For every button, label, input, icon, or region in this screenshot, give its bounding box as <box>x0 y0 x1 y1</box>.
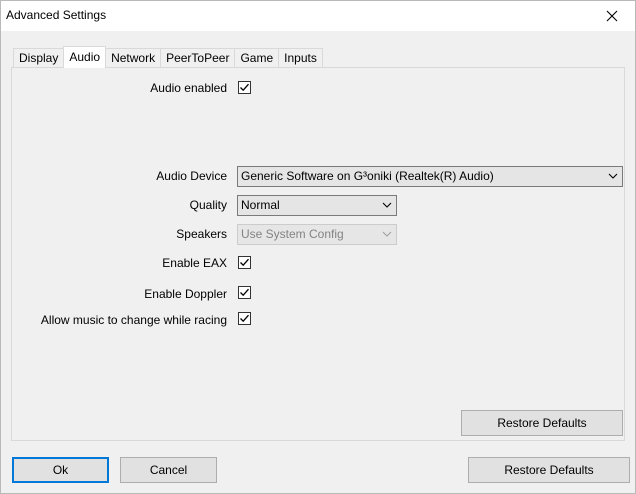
close-icon <box>606 10 618 22</box>
allow-music-checkbox[interactable] <box>238 312 251 325</box>
enable-doppler-checkbox[interactable] <box>238 286 251 299</box>
speakers-value: Use System Config <box>241 227 344 241</box>
enable-eax-checkbox[interactable] <box>238 256 251 269</box>
title-bar: Advanced Settings <box>1 1 635 31</box>
allow-music-label: Allow music to change while racing <box>40 313 227 327</box>
chevron-down-icon <box>382 202 392 208</box>
tab-inputs[interactable]: Inputs <box>278 48 323 68</box>
quality-value: Normal <box>241 198 280 212</box>
audio-device-label: Audio Device <box>156 169 227 183</box>
advanced-settings-window: Advanced Settings Display Audio Network … <box>0 0 636 494</box>
audio-device-value: Generic Software on G³oniki (Realtek(R) … <box>241 169 494 183</box>
quality-label: Quality <box>189 198 227 212</box>
tab-peertopeer[interactable]: PeerToPeer <box>160 48 236 68</box>
chevron-down-icon <box>608 173 618 179</box>
restore-defaults-button[interactable]: Restore Defaults <box>468 457 630 483</box>
tab-game[interactable]: Game <box>234 48 280 68</box>
cancel-button[interactable]: Cancel <box>120 457 217 483</box>
checkmark-icon <box>240 83 249 92</box>
enable-eax-label: Enable EAX <box>162 256 227 270</box>
tab-network[interactable]: Network <box>105 48 162 68</box>
speakers-select[interactable]: Use System Config <box>237 224 397 245</box>
chevron-down-icon <box>382 231 392 237</box>
tab-strip: Display Audio Network PeerToPeer Game In… <box>13 46 323 68</box>
window-title: Advanced Settings <box>6 8 107 22</box>
tab-restore-defaults-button[interactable]: Restore Defaults <box>461 410 623 436</box>
close-button[interactable] <box>589 1 635 31</box>
checkmark-icon <box>240 258 249 267</box>
enable-doppler-label: Enable Doppler <box>144 287 227 301</box>
checkmark-icon <box>240 288 249 297</box>
audio-enabled-label: Audio enabled <box>150 81 227 95</box>
tab-display[interactable]: Display <box>13 48 65 68</box>
audio-tab-panel: Audio enabled Audio Device Generic Softw… <box>11 67 625 441</box>
ok-button[interactable]: Ok <box>12 457 109 483</box>
quality-select[interactable]: Normal <box>237 195 397 216</box>
audio-enabled-checkbox[interactable] <box>238 81 251 94</box>
checkmark-icon <box>240 314 249 323</box>
tab-audio[interactable]: Audio <box>63 46 107 68</box>
speakers-label: Speakers <box>176 227 227 241</box>
audio-device-select[interactable]: Generic Software on G³oniki (Realtek(R) … <box>237 166 623 187</box>
